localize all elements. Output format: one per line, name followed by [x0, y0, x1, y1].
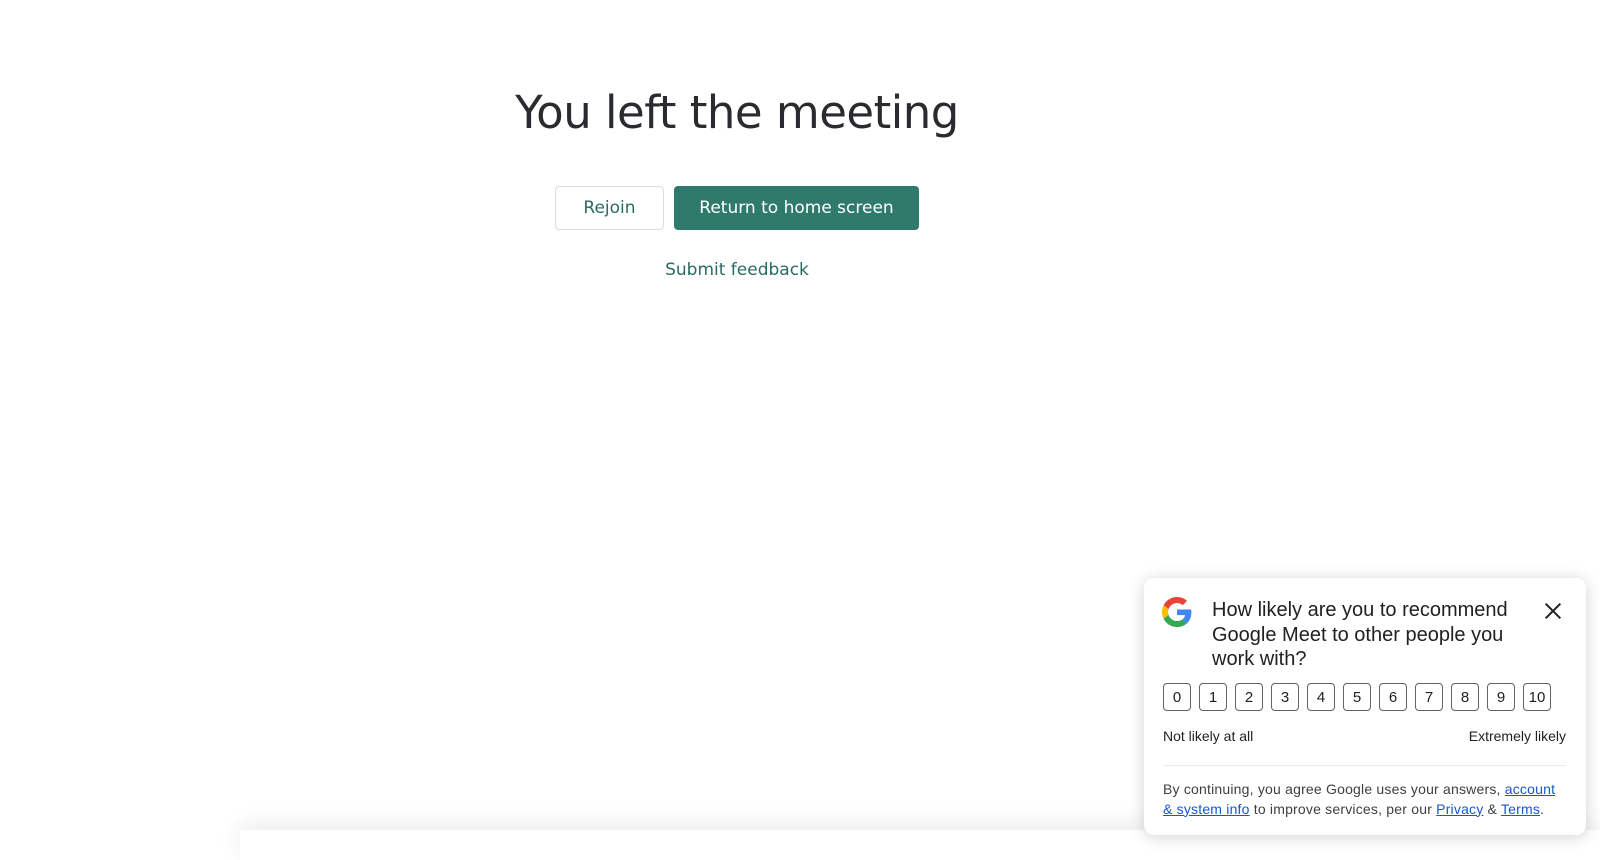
survey-dialog: How likely are you to recommend Google M… — [1144, 578, 1586, 835]
rating-option-0[interactable]: 0 — [1163, 683, 1191, 711]
rating-option-3[interactable]: 3 — [1271, 683, 1299, 711]
scale-high-label: Extremely likely — [1468, 728, 1566, 744]
legal-suffix: . — [1540, 800, 1545, 817]
legal-amp: & — [1483, 800, 1501, 817]
rating-option-10[interactable]: 10 — [1523, 683, 1551, 711]
return-home-button[interactable]: Return to home screen — [674, 186, 919, 230]
rating-scale: 0 1 2 3 4 5 6 7 8 9 10 — [1163, 683, 1551, 711]
legal-notice: By continuing, you agree Google uses you… — [1163, 780, 1566, 819]
submit-feedback-link[interactable]: Submit feedback — [0, 260, 1474, 280]
rating-option-6[interactable]: 6 — [1379, 683, 1407, 711]
page-title: You left the meeting — [515, 86, 959, 139]
privacy-link[interactable]: Privacy — [1436, 801, 1483, 817]
legal-middle: to improve services, per our — [1249, 800, 1437, 817]
legal-prefix: By continuing, you agree Google uses you… — [1163, 781, 1505, 797]
rating-option-9[interactable]: 9 — [1487, 683, 1515, 711]
rating-option-2[interactable]: 2 — [1235, 683, 1263, 711]
rating-option-1[interactable]: 1 — [1199, 683, 1227, 711]
scale-low-label: Not likely at all — [1163, 728, 1254, 744]
rating-option-5[interactable]: 5 — [1343, 683, 1371, 711]
rejoin-button[interactable]: Rejoin — [555, 186, 664, 230]
google-g-icon — [1162, 597, 1192, 627]
divider — [1163, 765, 1566, 766]
close-icon[interactable] — [1542, 600, 1564, 622]
rating-option-4[interactable]: 4 — [1307, 683, 1335, 711]
rating-option-8[interactable]: 8 — [1451, 683, 1479, 711]
survey-question: How likely are you to recommend Google M… — [1212, 599, 1508, 670]
rating-option-7[interactable]: 7 — [1415, 683, 1443, 711]
terms-link[interactable]: Terms — [1501, 801, 1540, 817]
